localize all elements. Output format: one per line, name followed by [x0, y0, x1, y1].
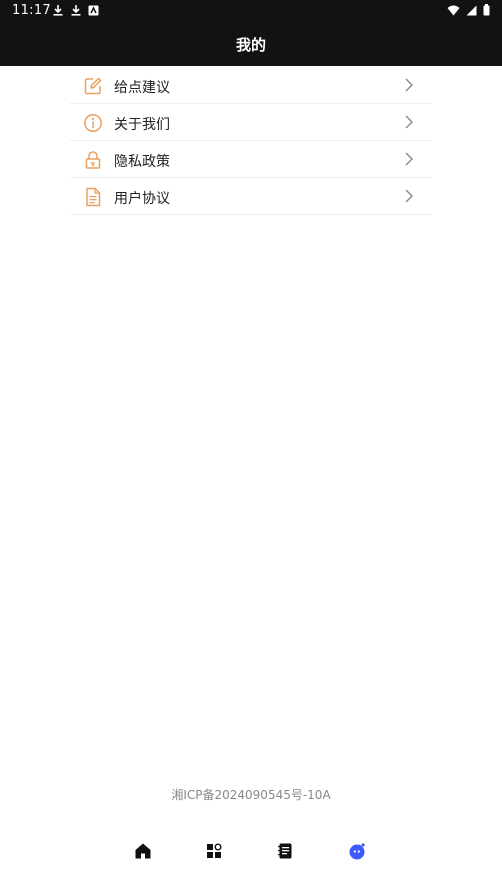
page-title: 我的	[235, 36, 266, 54]
icp-license-text: 湘ICP备2024090545号-10A	[171, 788, 331, 802]
app-notification-icon	[88, 5, 99, 15]
chevron-right-icon	[405, 115, 413, 129]
notes-icon[interactable]	[275, 841, 295, 861]
chevron-right-icon	[405, 152, 413, 166]
profile-screen: 11:17 我的 给点建议 关于我们 隐私政策 用户协议 湘ICP备202409…	[0, 0, 502, 894]
lock-icon	[85, 151, 101, 169]
wifi-icon	[447, 5, 460, 15]
edit-icon	[84, 77, 102, 95]
home-icon[interactable]	[133, 841, 153, 861]
status-bar: 11:17	[0, 0, 502, 22]
info-icon	[84, 114, 102, 132]
chevron-right-icon	[405, 189, 413, 203]
menu-item-feedback[interactable]: 给点建议	[70, 67, 432, 104]
settings-menu: 给点建议 关于我们 隐私政策 用户协议	[70, 67, 432, 215]
top-bar: 11:17 我的	[0, 0, 502, 66]
document-icon	[86, 187, 101, 207]
menu-item-privacy[interactable]: 隐私政策	[70, 141, 432, 178]
menu-item-agreement[interactable]: 用户协议	[70, 178, 432, 215]
download-icon	[53, 5, 63, 16]
menu-item-label: 隐私政策	[114, 154, 170, 170]
download-icon	[71, 5, 81, 16]
status-right-icons	[447, 4, 490, 16]
chevron-right-icon	[405, 78, 413, 92]
bottom-navigation	[0, 836, 502, 866]
menu-item-label: 用户协议	[114, 191, 170, 207]
signal-icon	[466, 5, 477, 15]
apps-icon[interactable]	[204, 841, 224, 861]
profile-icon[interactable]	[347, 841, 367, 861]
menu-item-label: 给点建议	[114, 80, 170, 96]
battery-icon	[483, 4, 490, 16]
status-left-icons	[52, 4, 99, 16]
menu-item-label: 关于我们	[114, 117, 170, 133]
status-time: 11:17	[12, 3, 51, 18]
menu-item-about[interactable]: 关于我们	[70, 104, 432, 141]
